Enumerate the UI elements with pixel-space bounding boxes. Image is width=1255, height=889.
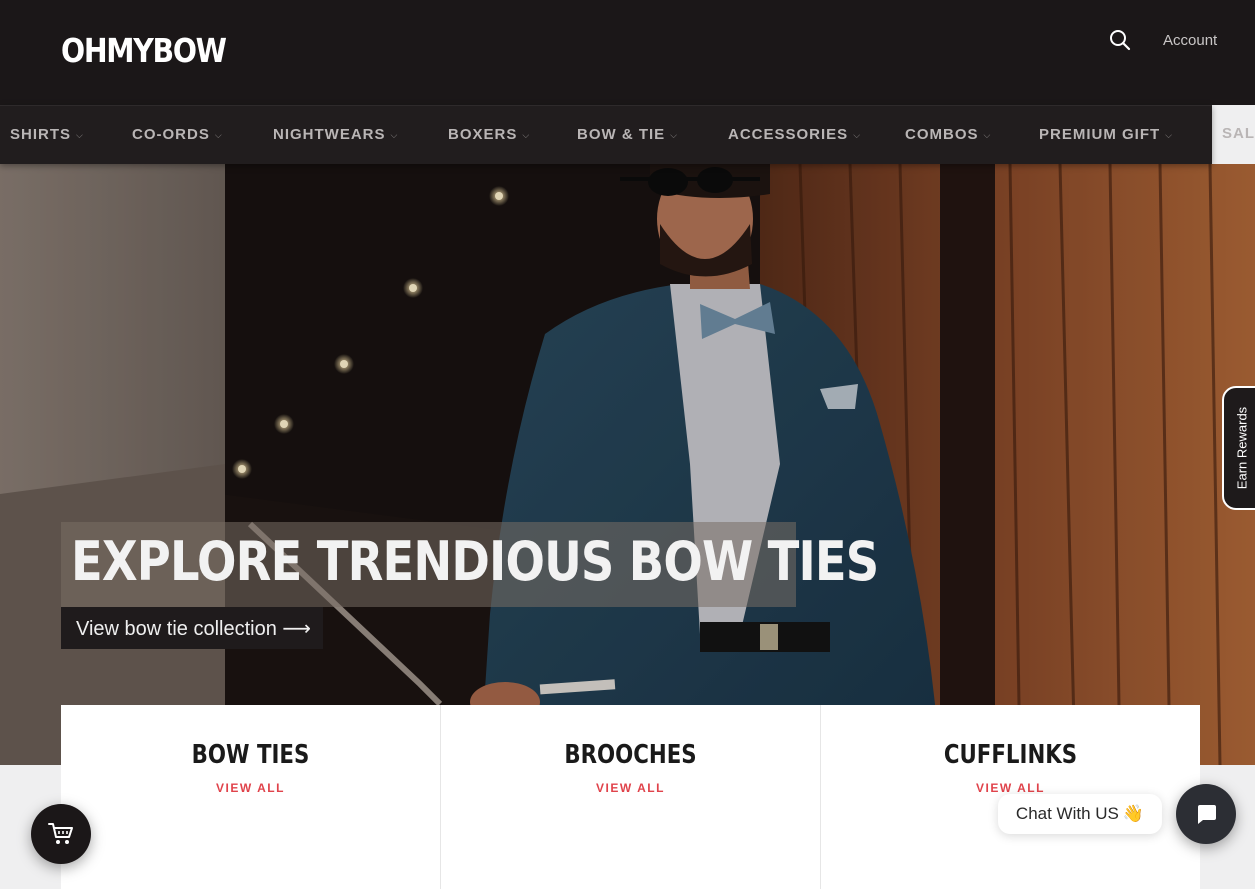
nav-item-co-ords[interactable]: CO-ORDS ⌵ <box>132 126 223 143</box>
collection-title: BOW TIES <box>191 740 310 770</box>
collection-card-brooches[interactable]: BROOCHES VIEW ALL <box>441 705 821 889</box>
view-all-link[interactable]: VIEW ALL <box>441 781 820 795</box>
view-all-link[interactable]: VIEW ALL <box>821 781 1200 795</box>
earn-rewards-label: Earn Rewards <box>1234 406 1250 490</box>
chevron-down-icon: ⌵ <box>670 130 678 140</box>
site-logo[interactable]: OHMYBOW <box>61 31 227 70</box>
nav-item-bow-tie[interactable]: BOW & TIE ⌵ <box>577 126 678 143</box>
collection-card-bow-ties[interactable]: BOW TIES VIEW ALL <box>61 705 441 889</box>
chat-with-us-bubble[interactable]: Chat With US 👋 <box>998 794 1162 834</box>
site-header: OHMYBOW Account <box>0 0 1255 105</box>
view-collection-button[interactable]: View bow tie collection ⟶ <box>61 607 323 649</box>
chevron-down-icon: ⌵ <box>853 130 862 140</box>
chat-button[interactable] <box>1176 784 1236 844</box>
nav-item-accessories[interactable]: ACCESSORIES ⌵ <box>728 126 861 143</box>
hero-title: EXPLORE TRENDIOUS BOW TIES <box>71 530 879 593</box>
chevron-down-icon: ⌵ <box>1165 130 1173 140</box>
search-icon[interactable] <box>1106 26 1134 54</box>
earn-rewards-tab[interactable]: Earn Rewards <box>1222 386 1255 510</box>
nav-item-premium-gift[interactable]: PREMIUM GIFT ⌵ <box>1039 126 1173 143</box>
view-all-link[interactable]: VIEW ALL <box>61 781 440 795</box>
chevron-down-icon: ⌵ <box>214 130 223 140</box>
nav-item-boxers[interactable]: BOXERS ⌵ <box>448 126 530 143</box>
waving-hand-icon: 👋 <box>1122 804 1145 823</box>
chevron-down-icon: ⌵ <box>76 130 84 140</box>
hero-image <box>0 164 1255 765</box>
chat-icon <box>1198 805 1216 824</box>
cart-button[interactable] <box>31 804 91 864</box>
cart-icon <box>48 823 73 844</box>
chevron-down-icon: ⌵ <box>522 130 531 140</box>
hero-banner: EXPLORE TRENDIOUS BOW TIES View bow tie … <box>0 164 1255 765</box>
collection-title: BROOCHES <box>564 740 697 770</box>
collection-title: CUFFLINKS <box>943 740 1078 770</box>
nav-item-nightwears[interactable]: NIGHTWEARS ⌵ <box>273 126 398 143</box>
account-link[interactable]: Account <box>1163 32 1217 49</box>
main-nav: SHIRTS ⌵ CO-ORDS ⌵ NIGHTWEARS ⌵ BOXERS ⌵ BOW… <box>0 105 1212 164</box>
chat-bubble-label: Chat With US <box>1015 804 1119 823</box>
nav-item-combos[interactable]: COMBOS ⌵ <box>905 126 991 143</box>
chevron-down-icon: ⌵ <box>390 130 399 140</box>
nav-item-sale[interactable]: SAL <box>1222 125 1255 142</box>
nav-item-shirts[interactable]: SHIRTS ⌵ <box>10 126 84 143</box>
chevron-down-icon: ⌵ <box>983 130 992 140</box>
